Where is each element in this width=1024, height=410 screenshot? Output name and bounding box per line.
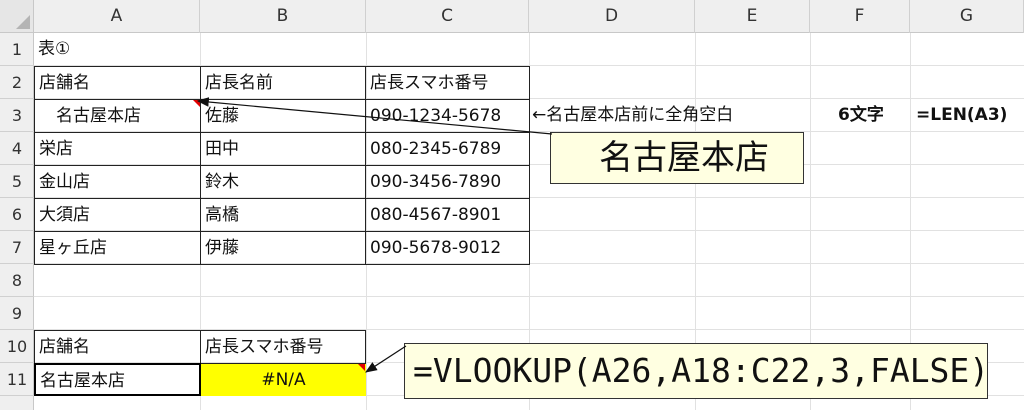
spreadsheet: A B C D E F G 1 2 3 4 5 6 7 8 9 10 11 表①… [0,0,1024,410]
arrow-to-b11 [364,345,407,373]
callout-arrows [196,97,553,373]
arrow-to-a3 [196,97,553,135]
